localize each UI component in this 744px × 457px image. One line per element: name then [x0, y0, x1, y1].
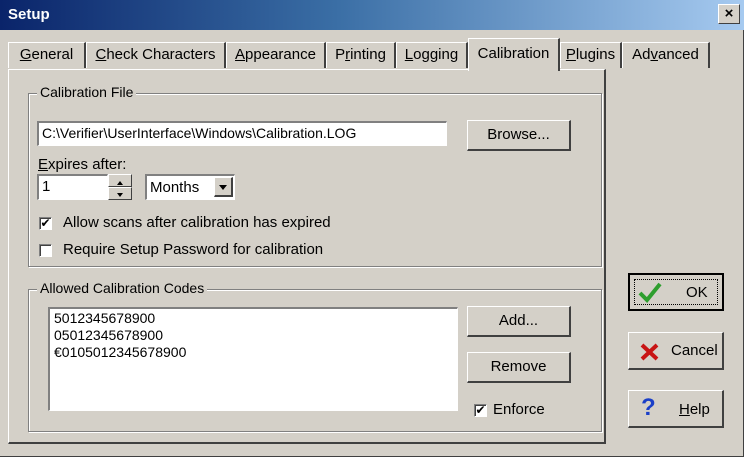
list-item[interactable]: 05012345678900: [54, 327, 453, 344]
allow-scans-checkbox[interactable]: ✔: [39, 217, 52, 230]
list-item[interactable]: 5012345678900: [54, 310, 453, 327]
tab-general[interactable]: General: [8, 42, 86, 68]
expires-unit-select[interactable]: Months: [145, 174, 235, 200]
cancel-button[interactable]: Cancel: [628, 332, 724, 370]
tab-logging[interactable]: Logging: [396, 42, 468, 68]
enforce-checkbox[interactable]: ✔: [474, 404, 487, 417]
ok-button-label: OK: [686, 284, 708, 301]
list-item[interactable]: €0105012345678900: [54, 344, 453, 361]
allowed-codes-group-label: Allowed Calibration Codes: [37, 280, 208, 296]
expires-after-label: Expires after:: [38, 156, 127, 173]
calibration-file-path-value: C:\Verifier\UserInterface\Windows\Calibr…: [42, 125, 357, 141]
check-icon: [638, 282, 662, 303]
tab-printing[interactable]: Printing: [326, 42, 396, 68]
require-password-label: Require Setup Password for calibration: [63, 241, 324, 258]
expires-value: 1: [42, 178, 51, 195]
calibration-file-group-label: Calibration File: [37, 84, 137, 100]
dropdown-button[interactable]: [214, 177, 233, 197]
require-password-checkbox[interactable]: [39, 244, 52, 257]
title-bar: Setup ×: [0, 0, 744, 30]
spin-up-button[interactable]: [108, 174, 132, 187]
enforce-check-mark: ✔: [475, 403, 486, 417]
calibration-file-path-input[interactable]: C:\Verifier\UserInterface\Windows\Calibr…: [37, 121, 447, 146]
calibration-tab-panel: Calibration File C:\Verifier\UserInterfa…: [8, 69, 606, 444]
x-icon: [640, 343, 659, 361]
spin-down-button[interactable]: [108, 187, 132, 200]
chevron-down-icon: [219, 185, 227, 190]
enforce-label: Enforce: [493, 401, 545, 418]
tab-appearance[interactable]: Appearance: [226, 42, 326, 68]
ok-button[interactable]: OK: [628, 273, 724, 311]
remove-code-button[interactable]: Remove: [467, 352, 571, 383]
tab-advanced[interactable]: Advanced: [622, 42, 710, 68]
setup-dialog: Setup × General Check Characters Appeara…: [0, 0, 744, 457]
tab-calibration[interactable]: Calibration: [468, 38, 560, 71]
calibration-file-group: Calibration File C:\Verifier\UserInterfa…: [28, 84, 602, 267]
arrow-down-icon: [117, 193, 123, 197]
allow-scans-label: Allow scans after calibration has expire…: [63, 214, 331, 231]
tab-check-characters[interactable]: Check Characters: [86, 42, 226, 68]
help-icon: ?: [641, 394, 656, 421]
tab-plugins[interactable]: Plugins: [560, 42, 622, 68]
browse-button[interactable]: Browse...: [467, 120, 571, 151]
tab-strip: General Check Characters Appearance Prin…: [8, 38, 728, 71]
calibration-codes-list[interactable]: 5012345678900 05012345678900 €0105012345…: [48, 307, 458, 411]
allowed-codes-group: Allowed Calibration Codes 5012345678900 …: [28, 280, 602, 432]
window-title: Setup: [8, 6, 50, 23]
help-button-label: Help: [679, 401, 710, 418]
close-button[interactable]: ×: [718, 4, 740, 24]
allow-scans-check-mark: ✔: [40, 216, 51, 230]
expires-unit-value: Months: [150, 179, 200, 196]
expires-value-input[interactable]: 1: [37, 174, 108, 200]
help-button[interactable]: ? Help: [628, 390, 724, 428]
add-code-button[interactable]: Add...: [467, 306, 571, 337]
cancel-button-label: Cancel: [671, 342, 718, 359]
